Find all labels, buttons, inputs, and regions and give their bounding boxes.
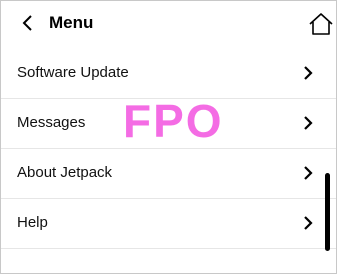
home-icon — [309, 13, 333, 35]
menu-item-help[interactable]: Help — [1, 199, 336, 249]
menu-list: Software Update Messages About Jetpack H… — [1, 49, 336, 249]
back-button[interactable] — [15, 11, 39, 35]
menu-item-label: Help — [17, 214, 48, 231]
menu-item-software-update[interactable]: Software Update — [1, 49, 336, 99]
menu-item-about-jetpack[interactable]: About Jetpack — [1, 149, 336, 199]
chevron-right-icon — [304, 116, 313, 130]
chevron-left-icon — [22, 15, 32, 31]
screen-frame: Menu Software Update Messages About Jetp… — [0, 0, 337, 274]
home-button[interactable] — [306, 11, 336, 37]
chevron-right-icon — [304, 166, 313, 180]
menu-item-label: Software Update — [17, 64, 129, 81]
menu-item-label: Messages — [17, 114, 86, 131]
fpo-overlay-text: FPO — [123, 95, 224, 147]
menu-item-label: About Jetpack — [17, 164, 113, 181]
chevron-right-icon — [304, 66, 313, 80]
header-bar: Menu — [1, 1, 336, 45]
chevron-right-icon — [304, 216, 313, 230]
page-title: Menu — [49, 13, 94, 32]
scrollbar-thumb[interactable] — [325, 173, 330, 251]
